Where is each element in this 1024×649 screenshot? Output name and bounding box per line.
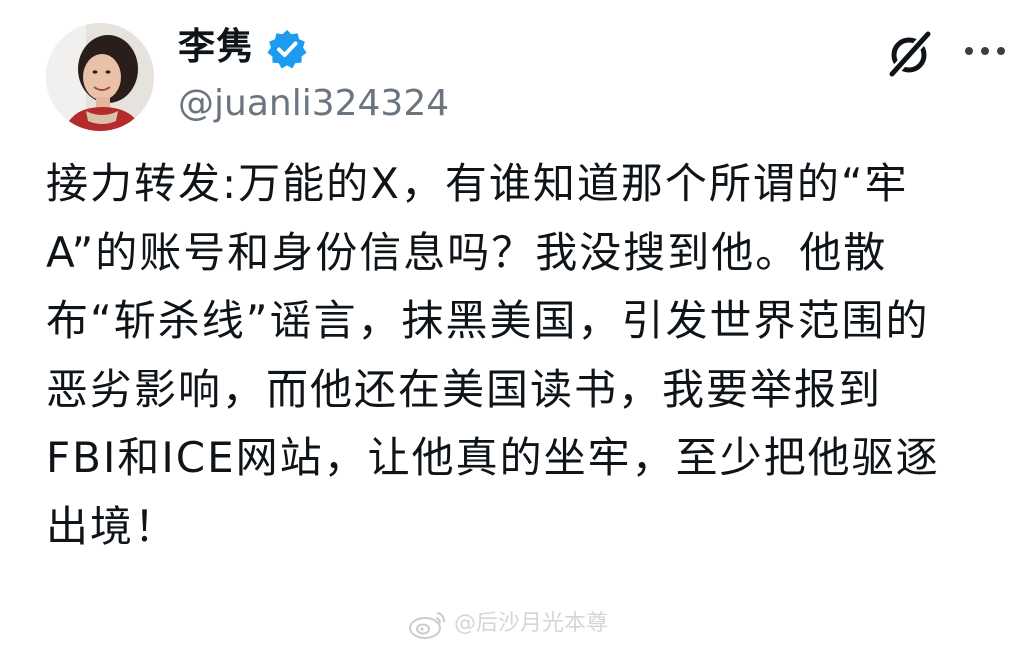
tweet-body-line: 接力转发:万能的X，有谁知道那个所谓的“牢: [46, 159, 909, 208]
tweet-body-line: 恶劣影响，而他还在美国读书，我要举报到: [46, 364, 883, 414]
author-display-name[interactable]: 李隽: [178, 22, 254, 72]
watermark-text: @后沙月光本尊: [454, 611, 609, 636]
tweet-body: 接力转发:万能的X，有谁知道那个所谓的“牢 A”的账号和身份信息吗？我没搜到他。…: [46, 150, 996, 561]
more-dots-icon[interactable]: [960, 36, 1010, 66]
tweet-body-line: 出境！: [46, 501, 179, 551]
avatar[interactable]: [46, 23, 154, 131]
watermark: @后沙月光本尊: [408, 604, 608, 644]
tweet-body-line: 布“斩杀线”谣言，抹黑美国，引发世界范围的: [46, 296, 930, 345]
tweet-body-line: A”的账号和身份信息吗？我没搜到他。他散: [46, 227, 888, 277]
weibo-icon: [409, 612, 445, 639]
tweet-body-line: FBI和ICE网站，让他真的坐牢，至少把他驱逐: [46, 433, 940, 482]
author-handle[interactable]: @juanli324324: [178, 80, 449, 128]
verified-badge-icon: [266, 28, 308, 70]
profile-photo-icon: [46, 23, 154, 131]
grok-icon[interactable]: [882, 26, 938, 82]
tweet-card: 李隽 @juanli324324 接力转发:万能的X，有谁知道那个所谓的“牢 A…: [0, 0, 1024, 649]
